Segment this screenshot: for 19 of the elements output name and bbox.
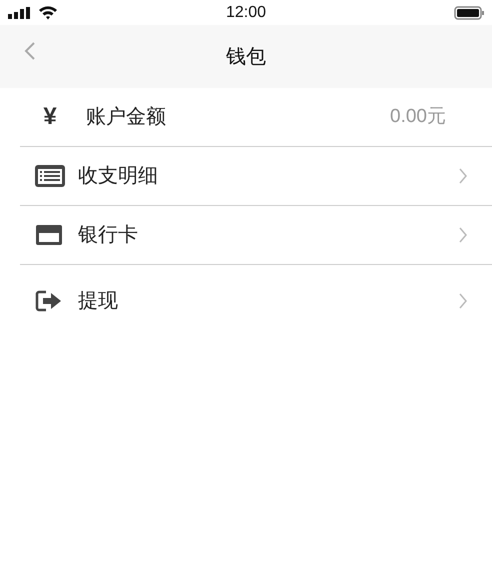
wifi-icon — [38, 5, 58, 20]
menu-row[interactable]: 收支明细 — [20, 147, 492, 206]
balance-label: 账户金额 — [86, 105, 166, 130]
signal-icon — [8, 6, 30, 18]
menu-label: 提现 — [78, 289, 118, 314]
menu-row[interactable]: 提现 — [20, 265, 492, 337]
chevron-icon — [458, 292, 468, 310]
balance-value: 0.00元 — [390, 104, 446, 129]
menu-row[interactable]: 银行卡 — [20, 206, 492, 265]
currency-symbol: ¥ — [42, 102, 58, 132]
list-icon — [34, 164, 66, 188]
battery-icon — [454, 6, 484, 20]
menu-label: 银行卡 — [78, 223, 138, 248]
chevron-icon — [458, 226, 468, 244]
page-title: 钱包 — [226, 44, 266, 70]
back-icon[interactable] — [24, 41, 36, 61]
status-time: 12:00 — [226, 3, 266, 23]
menu-label: 收支明细 — [78, 164, 158, 189]
chevron-icon — [458, 167, 468, 185]
